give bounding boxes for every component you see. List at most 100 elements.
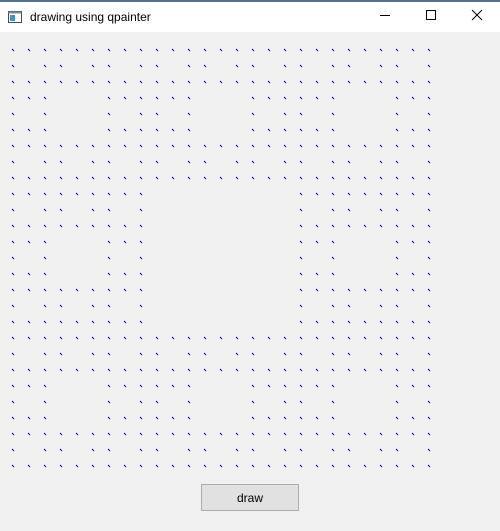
draw-button[interactable]: draw xyxy=(201,484,299,511)
carpet-mark xyxy=(43,48,47,52)
carpet-mark xyxy=(75,48,79,52)
carpet-mark xyxy=(11,352,15,356)
carpet-mark xyxy=(107,288,111,292)
carpet-mark xyxy=(75,432,79,436)
carpet-mark xyxy=(235,368,239,372)
carpet-mark xyxy=(411,192,415,196)
carpet-mark xyxy=(155,448,159,452)
carpet-mark xyxy=(299,320,303,324)
carpet-mark xyxy=(155,384,159,388)
carpet-mark xyxy=(43,336,47,340)
carpet-mark xyxy=(427,320,431,324)
carpet-mark xyxy=(427,368,431,372)
carpet-mark xyxy=(123,288,127,292)
minimize-button[interactable] xyxy=(362,2,408,32)
title-bar[interactable]: drawing using qpainter xyxy=(0,2,500,32)
carpet-mark xyxy=(27,464,31,468)
carpet-mark xyxy=(315,336,319,340)
carpet-mark xyxy=(299,160,303,164)
carpet-mark xyxy=(171,368,175,372)
carpet-mark xyxy=(27,432,31,436)
carpet-mark xyxy=(363,368,367,372)
carpet-mark xyxy=(59,48,63,52)
carpet-mark xyxy=(427,304,431,308)
carpet-mark xyxy=(235,464,239,468)
carpet-mark xyxy=(395,192,399,196)
carpet-mark xyxy=(139,464,143,468)
carpet-mark xyxy=(59,144,63,148)
carpet-mark xyxy=(283,144,287,148)
carpet-mark xyxy=(283,176,287,180)
carpet-mark xyxy=(187,176,191,180)
carpet-mark xyxy=(123,48,127,52)
carpet-mark xyxy=(427,352,431,356)
carpet-mark xyxy=(427,80,431,84)
carpet-mark xyxy=(395,224,399,228)
carpet-mark xyxy=(187,144,191,148)
close-button[interactable] xyxy=(454,2,500,32)
carpet-mark xyxy=(139,64,143,68)
carpet-mark xyxy=(75,336,79,340)
carpet-mark xyxy=(283,400,287,404)
carpet-mark xyxy=(427,336,431,340)
carpet-mark xyxy=(123,224,127,228)
carpet-mark xyxy=(59,224,63,228)
carpet-mark xyxy=(411,432,415,436)
carpet-mark xyxy=(75,464,79,468)
carpet-mark xyxy=(315,48,319,52)
carpet-mark xyxy=(43,416,47,420)
carpet-mark xyxy=(139,384,143,388)
carpet-mark xyxy=(299,240,303,244)
carpet-mark xyxy=(379,144,383,148)
carpet-mark xyxy=(235,176,239,180)
carpet-mark xyxy=(235,336,239,340)
carpet-mark xyxy=(11,96,15,100)
carpet-mark xyxy=(203,368,207,372)
carpet-mark xyxy=(283,384,287,388)
carpet-mark xyxy=(347,288,351,292)
carpet-mark xyxy=(267,96,271,100)
carpet-mark xyxy=(27,320,31,324)
carpet-mark xyxy=(59,448,63,452)
carpet-mark xyxy=(107,416,111,420)
carpet-mark xyxy=(299,96,303,100)
carpet-mark xyxy=(331,416,335,420)
carpet-mark xyxy=(91,224,95,228)
carpet-mark xyxy=(107,176,111,180)
carpet-mark xyxy=(235,448,239,452)
carpet-mark xyxy=(427,96,431,100)
carpet-mark xyxy=(187,96,191,100)
carpet-mark xyxy=(27,416,31,420)
carpet-mark xyxy=(187,416,191,420)
carpet-mark xyxy=(315,288,319,292)
carpet-mark xyxy=(267,48,271,52)
carpet-mark xyxy=(11,336,15,340)
carpet-mark xyxy=(411,272,415,276)
carpet-mark xyxy=(123,80,127,84)
carpet-mark xyxy=(139,256,143,260)
carpet-mark xyxy=(315,432,319,436)
carpet-mark xyxy=(43,448,47,452)
carpet-mark xyxy=(347,352,351,356)
carpet-mark xyxy=(203,176,207,180)
carpet-mark xyxy=(283,368,287,372)
carpet-mark xyxy=(411,336,415,340)
carpet-mark xyxy=(395,288,399,292)
carpet-mark xyxy=(427,416,431,420)
carpet-mark xyxy=(379,464,383,468)
carpet-mark xyxy=(139,272,143,276)
carpet-mark xyxy=(331,304,335,308)
carpet-mark xyxy=(251,400,255,404)
carpet-mark xyxy=(235,48,239,52)
carpet-mark xyxy=(427,384,431,388)
carpet-mark xyxy=(27,240,31,244)
carpet-mark xyxy=(11,224,15,228)
maximize-button[interactable] xyxy=(408,2,454,32)
carpet-mark xyxy=(315,224,319,228)
carpet-mark xyxy=(91,288,95,292)
carpet-mark xyxy=(59,192,63,196)
carpet-mark xyxy=(251,336,255,340)
carpet-mark xyxy=(331,272,335,276)
carpet-mark xyxy=(299,112,303,116)
carpet-mark xyxy=(379,304,383,308)
